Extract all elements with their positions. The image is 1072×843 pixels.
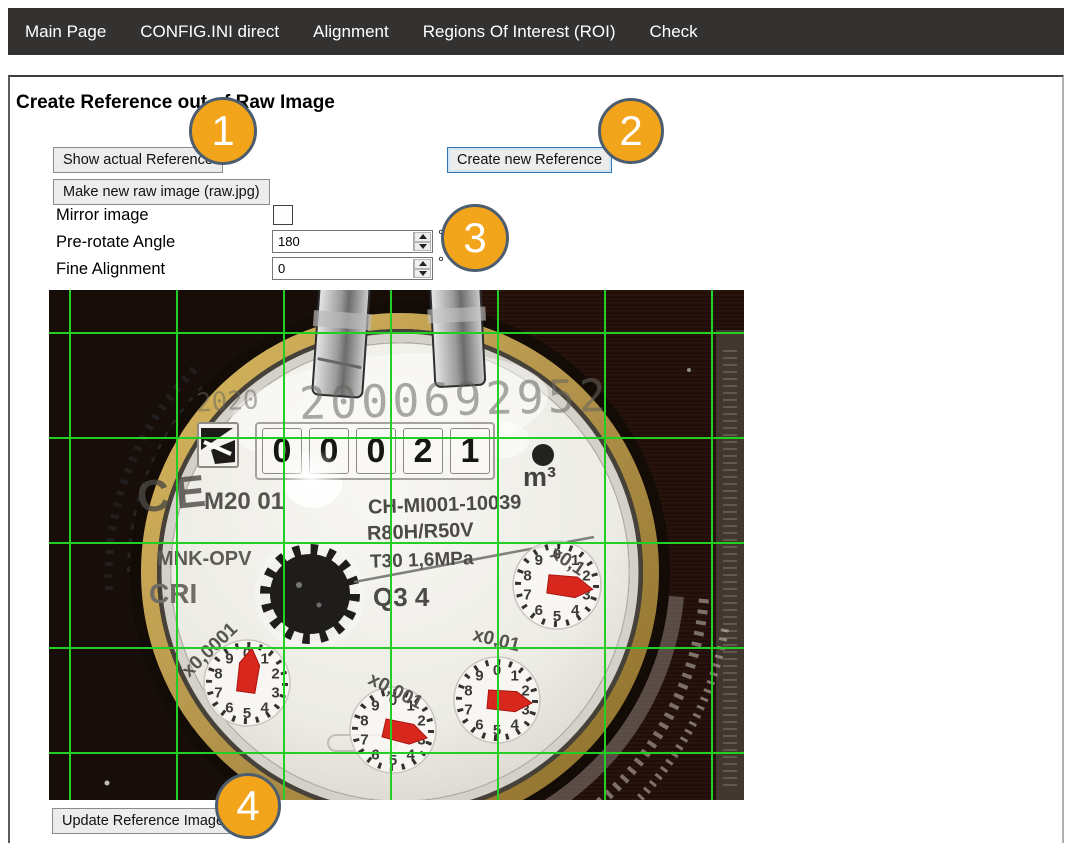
dial-number: 9 (475, 668, 483, 685)
gear-wheel-icon (270, 554, 350, 634)
dial-number: 8 (523, 567, 531, 584)
nav-item-alignment[interactable]: Alignment (313, 22, 389, 42)
dial-number: 5 (243, 705, 251, 722)
prerotate-angle-label: Pre-rotate Angle (56, 233, 175, 252)
annotation-circle-2: 2 (598, 98, 664, 164)
dial-number: 8 (214, 666, 222, 683)
screen: Main Page CONFIG.INI direct Alignment Re… (0, 0, 1072, 843)
prerotate-angle-value: 180 (278, 234, 300, 249)
make-new-raw-image-button[interactable]: Make new raw image (raw.jpg) (53, 179, 270, 205)
approval-mark: M20 01 (204, 488, 284, 516)
dial-number: 5 (493, 722, 501, 739)
nav-item-roi[interactable]: Regions Of Interest (ROI) (423, 22, 616, 42)
dial-number: 4 (571, 602, 580, 619)
dial-number: 5 (389, 752, 397, 769)
reference-image-preview: 0123456789x0,10123456789x0,010123456789x… (49, 290, 744, 800)
dial-number: 4 (406, 746, 415, 763)
counter-emblem-icon (197, 422, 239, 468)
prerotate-angle-input[interactable]: 180 (272, 230, 433, 253)
dial-number: 5 (553, 608, 561, 625)
fine-alignment-degree-symbol: ° (438, 254, 444, 271)
dial-number: 7 (360, 731, 368, 748)
dial-number: 8 (464, 683, 472, 700)
ce-mark: CE (134, 464, 214, 524)
meter-photo: 0123456789x0,10123456789x0,010123456789x… (49, 290, 744, 800)
fine-alignment-label: Fine Alignment (56, 260, 165, 279)
annotation-circle-4: 4 (215, 773, 281, 839)
serial-year: 2020 (195, 385, 259, 418)
dial-number: 9 (371, 698, 379, 715)
dial-number: 6 (371, 746, 379, 763)
dial-number: 1 (510, 668, 518, 685)
annotation-circle-3: 3 (441, 204, 509, 272)
dial-number: 6 (475, 716, 483, 733)
nav-item-check[interactable]: Check (649, 22, 697, 42)
serial-number: 2000692952 (298, 369, 610, 430)
fine-alignment-input[interactable]: 0 (272, 257, 433, 280)
dial-number: 7 (464, 701, 472, 718)
nav-item-main-page[interactable]: Main Page (25, 22, 106, 42)
update-reference-image-button[interactable]: Update Reference Image (52, 808, 234, 834)
dial-number: 7 (523, 587, 531, 604)
dial-number: 9 (535, 552, 543, 569)
mirror-image-label: Mirror image (56, 206, 149, 225)
flow-rate-label: Q3 4 (373, 582, 429, 613)
spin-up-icon[interactable] (414, 232, 431, 242)
temp-pressure-label: T30 1,6MPa (370, 548, 474, 574)
prerotate-spinner (413, 232, 431, 251)
spin-down-icon[interactable] (414, 269, 431, 279)
dial-number: 8 (360, 713, 368, 730)
annotation-circle-1: 1 (189, 97, 257, 165)
glare-highlight (281, 448, 343, 506)
spin-up-icon[interactable] (414, 259, 431, 269)
dial-number: 6 (535, 602, 543, 619)
dial-number: 1 (260, 651, 268, 668)
mirror-image-checkbox[interactable] (273, 205, 293, 225)
nav-bar: Main Page CONFIG.INI direct Alignment Re… (8, 8, 1064, 55)
nav-item-config-ini[interactable]: CONFIG.INI direct (140, 22, 279, 42)
ratio-label: R80H/R50V (367, 519, 474, 546)
type-label: CRI (149, 578, 197, 610)
dial-number: 4 (260, 699, 269, 716)
dial-number: 2 (417, 713, 425, 730)
fine-alignment-spinner (413, 259, 431, 278)
dial-number: 4 (510, 716, 519, 733)
odometer-digit: 2 (403, 428, 443, 474)
dial-number: 2 (271, 666, 279, 683)
odometer-digit: 1 (450, 428, 490, 474)
dial-number: 9 (225, 651, 233, 668)
dial-number: 6 (225, 699, 233, 716)
page-title: Create Reference out of Raw Image (16, 92, 335, 114)
fine-alignment-value: 0 (278, 261, 285, 276)
odometer-digit: 0 (356, 428, 396, 474)
dial-number: 0 (493, 662, 501, 679)
dial-number: 3 (271, 684, 279, 701)
spin-down-icon[interactable] (414, 242, 431, 252)
create-new-reference-button[interactable]: Create new Reference (447, 147, 612, 173)
unit-label: m³ (523, 462, 556, 493)
dial-number: 7 (214, 684, 222, 701)
brand-label: MNK-OPV (157, 548, 251, 571)
